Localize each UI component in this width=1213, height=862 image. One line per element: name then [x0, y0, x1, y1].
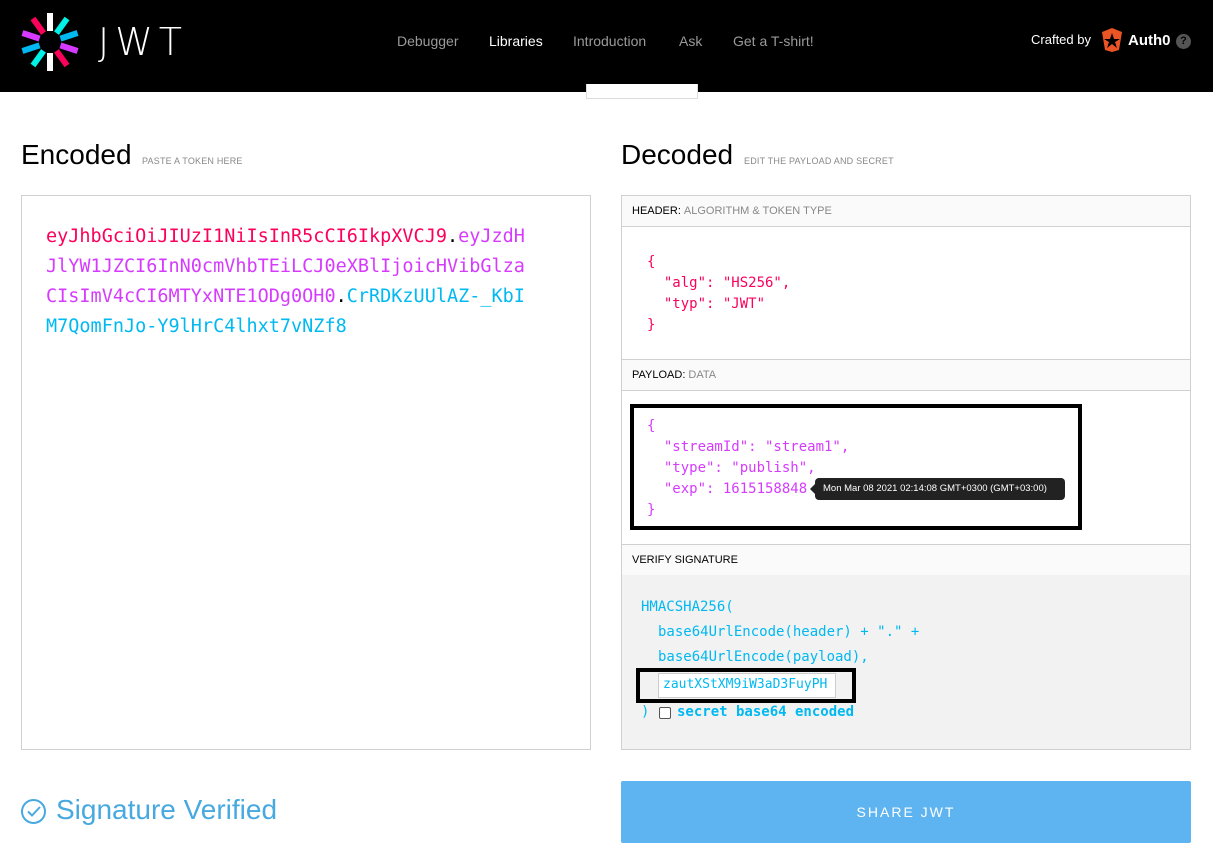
verify-line-payload: base64UrlEncode(payload),: [658, 649, 869, 665]
jwt-logo-icon[interactable]: [20, 12, 80, 72]
payload-label: PAYLOAD:: [632, 369, 686, 381]
crafted-by-label: Crafted by: [1031, 32, 1091, 47]
header-label: HEADER:: [632, 205, 681, 217]
encoded-token-editor[interactable]: eyJhbGciOiJIUzI1NiIsInR5cCI6IkpXVCJ9.eyJ…: [21, 195, 591, 750]
exp-date-tooltip: Mon Mar 08 2021 02:14:08 GMT+0300 (GMT+0…: [810, 478, 1065, 500]
token-dot: .: [335, 286, 347, 307]
hmac-function: HMACSHA256(: [641, 599, 734, 615]
verify-section-title: VERIFY SIGNATURE: [622, 545, 1190, 576]
check-circle-icon: [21, 799, 46, 824]
secret-base64-label[interactable]: secret base64 encoded: [677, 704, 854, 720]
help-icon[interactable]: ?: [1176, 34, 1191, 49]
nav-get-tshirt[interactable]: Get a T-shirt!: [733, 33, 814, 49]
decoded-subtitle: EDIT THE PAYLOAD AND SECRET: [744, 156, 894, 166]
nav-libraries[interactable]: Libraries: [489, 33, 543, 49]
payload-section-title: PAYLOAD: DATA: [622, 360, 1190, 391]
auth0-brand[interactable]: Auth0: [1128, 32, 1171, 49]
top-navbar: JWT Debugger Libraries Introduction Ask …: [0, 0, 1213, 92]
nav-debugger[interactable]: Debugger: [397, 33, 459, 49]
secret-base64-checkbox[interactable]: [659, 707, 671, 719]
header-json-editor[interactable]: { "alg": "HS256", "typ": "JWT" }: [647, 252, 790, 336]
close-paren: ): [641, 704, 650, 720]
encoded-title: Encoded: [21, 139, 132, 170]
auth0-logo-icon[interactable]: [1101, 28, 1123, 52]
signature-verified-status: Signature Verified: [56, 794, 278, 825]
payload-desc: DATA: [688, 369, 717, 381]
nav-ask[interactable]: Ask: [679, 33, 702, 49]
logo-text[interactable]: JWT: [98, 20, 188, 64]
share-jwt-button[interactable]: SHARE JWT: [621, 781, 1191, 843]
header-desc: ALGORITHM & TOKEN TYPE: [683, 205, 832, 217]
token-dot: .: [446, 226, 459, 247]
nav-introduction[interactable]: Introduction: [573, 33, 646, 49]
verify-label: VERIFY SIGNATURE: [632, 554, 738, 566]
dropdown-tab[interactable]: [586, 84, 698, 99]
token-header-part: eyJhbGciOiJIUzI1NiIsInR5cCI6IkpXVCJ9: [46, 226, 447, 247]
header-section-title: HEADER: ALGORITHM & TOKEN TYPE: [622, 196, 1190, 227]
encoded-subtitle: PASTE A TOKEN HERE: [142, 156, 243, 166]
token-text[interactable]: eyJhbGciOiJIUzI1NiIsInR5cCI6IkpXVCJ9.eyJ…: [46, 222, 526, 342]
payload-json-editor[interactable]: { "streamId": "stream1", "type": "publis…: [647, 416, 849, 521]
verify-line-header: base64UrlEncode(header) + "." +: [658, 624, 920, 640]
decoded-title: Decoded: [621, 139, 734, 170]
secret-input[interactable]: zautXStXM9iW3aD3FuyPH: [658, 673, 836, 698]
